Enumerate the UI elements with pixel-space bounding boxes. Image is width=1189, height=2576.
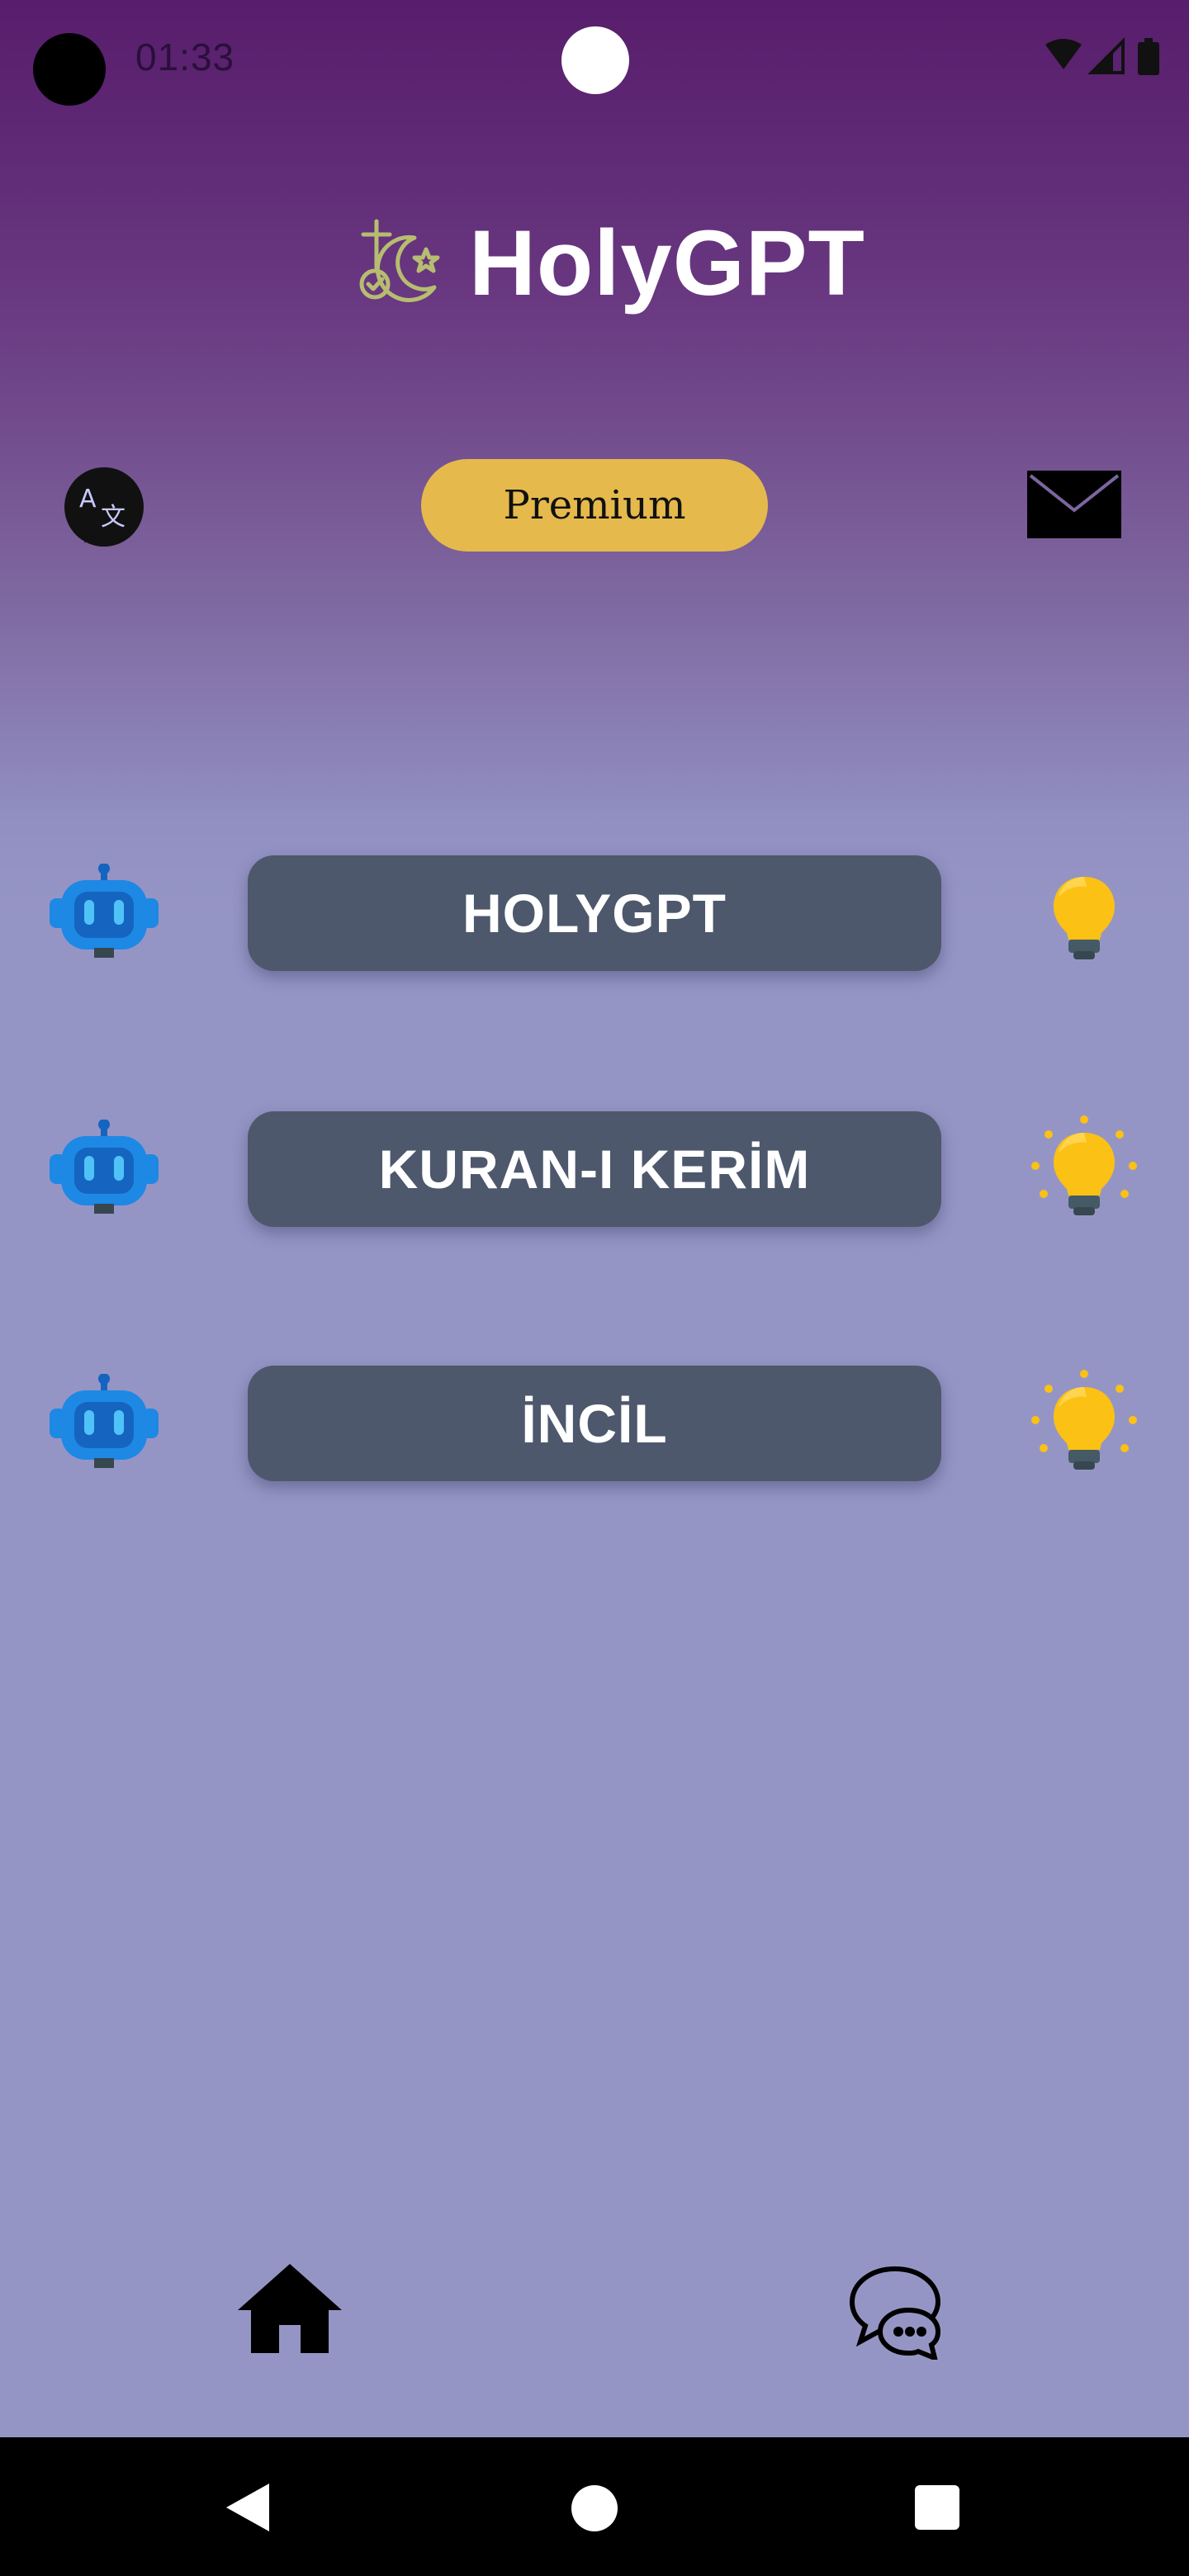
- premium-button[interactable]: Premium: [421, 459, 768, 552]
- lightbulb-glowing-icon[interactable]: [1030, 1115, 1138, 1222]
- religions-logo-icon: [359, 219, 440, 302]
- camera-cutout: [33, 33, 106, 106]
- menu-button-1[interactable]: HOLYGPT: [248, 855, 941, 971]
- translate-icon: A 文: [79, 485, 126, 543]
- home-circle-icon[interactable]: [571, 2485, 618, 2531]
- back-icon[interactable]: [223, 2480, 272, 2535]
- svg-text:文: 文: [101, 503, 126, 532]
- menu-button-label: KURAN-I KERİM: [378, 1139, 811, 1200]
- app-title: HolyGPT: [469, 211, 865, 315]
- chat-bubbles-icon[interactable]: [847, 2262, 951, 2360]
- recents-square-icon[interactable]: [915, 2485, 959, 2530]
- notch-dot: [561, 26, 629, 94]
- menu-button-2[interactable]: KURAN-I KERİM: [248, 1111, 941, 1227]
- status-icons: [1045, 37, 1159, 75]
- menu-button-label: İNCİL: [521, 1393, 668, 1454]
- app-screen: 01:33 HolyGPT A 文 Premium HOLYGPT KURAN-…: [0, 0, 1189, 2576]
- status-time: 01:33: [135, 36, 235, 78]
- home-icon[interactable]: [234, 2259, 345, 2356]
- menu-button-label: HOLYGPT: [462, 883, 727, 944]
- menu-button-3[interactable]: İNCİL: [248, 1366, 941, 1481]
- lightbulb-glowing-icon[interactable]: [1030, 1369, 1138, 1476]
- robot-icon: [50, 1374, 159, 1468]
- robot-icon: [50, 864, 159, 958]
- svg-text:A: A: [79, 485, 97, 514]
- wifi-icon: [1045, 39, 1082, 69]
- mail-icon[interactable]: [1027, 471, 1121, 538]
- robot-icon: [50, 1120, 159, 1214]
- lightbulb-icon[interactable]: [1030, 859, 1138, 966]
- battery-icon: [1138, 38, 1159, 75]
- translate-button[interactable]: A 文: [64, 467, 144, 547]
